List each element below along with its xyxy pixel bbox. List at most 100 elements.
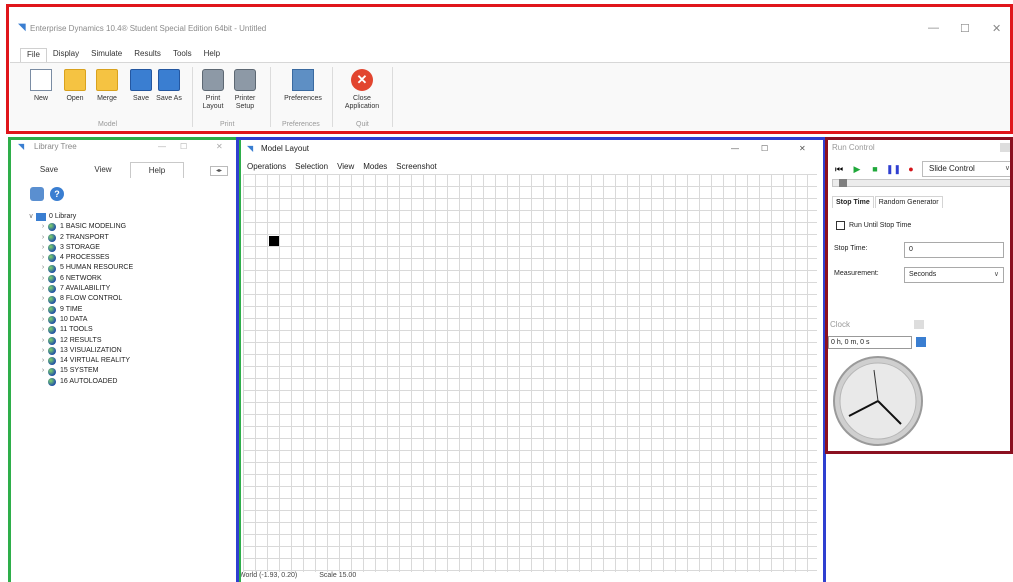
tree-item[interactable]: › 14 VIRTUAL REALITY [38, 356, 133, 366]
tree-item[interactable]: › 7 AVAILABILITY [38, 284, 133, 294]
tree-item[interactable]: › 8 FLOW CONTROL [38, 294, 133, 304]
model-minimize-button[interactable]: — [731, 140, 739, 158]
maximize-button[interactable]: ☐ [960, 22, 970, 35]
tab-save[interactable]: Save [22, 162, 76, 178]
checkbox-box[interactable] [836, 221, 845, 230]
speed-slider-knob[interactable] [839, 179, 847, 187]
library-tabs: Save View Help [22, 162, 184, 178]
menu-screenshot[interactable]: Screenshot [396, 162, 436, 171]
tree-item-label: 6 NETWORK [60, 274, 102, 282]
chevron-right-icon[interactable]: › [38, 284, 48, 294]
save-button[interactable]: Save [124, 69, 158, 103]
model-close-button[interactable]: ✕ [799, 140, 806, 158]
tree-root[interactable]: ∨ 0 Library [26, 212, 133, 222]
tree-item[interactable]: › 3 STORAGE [38, 243, 133, 253]
menu-view[interactable]: View [337, 162, 354, 171]
minimize-button[interactable]: — [928, 22, 939, 34]
menu-tools[interactable]: Tools [167, 48, 198, 62]
chevron-right-icon[interactable]: › [38, 274, 48, 284]
chevron-down-icon[interactable]: ∨ [26, 212, 36, 222]
clock-time-readout: 0 h, 0 m, 0 s [828, 336, 912, 349]
chevron-right-icon[interactable]: › [38, 305, 48, 315]
tree-item[interactable]: 16 AUTOLOADED [38, 377, 133, 387]
library-maximize-button[interactable]: ☐ [180, 140, 187, 154]
reset-icon[interactable]: ⏮ [832, 162, 846, 176]
library-minimize-button[interactable]: — [158, 140, 166, 154]
chevron-right-icon[interactable]: › [38, 233, 48, 243]
printer-setup-button[interactable]: Printer Setup [230, 69, 260, 111]
library-close-button[interactable]: ✕ [216, 140, 223, 154]
library-blocks-icon[interactable] [30, 187, 44, 201]
step-icon[interactable]: ■ [868, 162, 882, 176]
chevron-right-icon[interactable]: › [38, 356, 48, 366]
new-button[interactable]: New [24, 69, 58, 103]
speed-slider[interactable] [832, 179, 1012, 187]
ribbon-divider [192, 67, 193, 127]
pause-icon[interactable]: ❚❚ [886, 162, 901, 176]
chevron-right-icon[interactable]: › [38, 294, 48, 304]
tree-item[interactable]: › 12 RESULTS [38, 336, 133, 346]
menu-selection[interactable]: Selection [295, 162, 328, 171]
menu-display[interactable]: Display [47, 48, 85, 62]
speed-mode-select[interactable]: Slide Control ∨ [922, 161, 1013, 177]
merge-button[interactable]: Merge [90, 69, 124, 103]
menu-operations[interactable]: Operations [247, 162, 286, 171]
chevron-right-icon[interactable]: › [38, 366, 48, 376]
run-until-stop-time-checkbox[interactable]: Run Until Stop Time [836, 221, 911, 230]
model-atom[interactable] [269, 236, 279, 246]
clock-close-button[interactable] [914, 320, 924, 329]
menu-help[interactable]: Help [198, 48, 226, 62]
tree-item[interactable]: › 11 TOOLS [38, 325, 133, 335]
globe-icon [48, 305, 56, 314]
preferences-button[interactable]: Preferences [278, 69, 328, 103]
tree-item-label: 8 FLOW CONTROL [60, 295, 123, 303]
tree-item[interactable]: › 1 BASIC MODELING [38, 222, 133, 232]
tree-item-label: 15 SYSTEM [60, 367, 99, 375]
tree-item-label: 11 TOOLS [60, 326, 93, 334]
record-icon[interactable]: ● [904, 162, 918, 176]
chevron-right-icon[interactable]: › [38, 336, 48, 346]
globe-icon [48, 357, 56, 366]
new-document-icon [30, 69, 52, 91]
chevron-right-icon[interactable]: › [38, 346, 48, 356]
play-icon[interactable]: ▶ [850, 162, 864, 176]
tree-item[interactable]: › 4 PROCESSES [38, 253, 133, 263]
chevron-right-icon[interactable]: › [38, 315, 48, 325]
tab-random-generator[interactable]: Random Generator [874, 196, 943, 208]
tree-item[interactable]: › 6 NETWORK [38, 274, 133, 284]
menu-modes[interactable]: Modes [363, 162, 387, 171]
tree-item[interactable]: › 15 SYSTEM [38, 366, 133, 376]
chevron-right-icon[interactable]: › [38, 263, 48, 273]
stop-time-input[interactable]: 0 [904, 242, 1004, 258]
chevron-right-icon[interactable]: › [38, 222, 48, 232]
tab-help[interactable]: Help [130, 162, 184, 178]
run-control-close-button[interactable] [1000, 143, 1010, 152]
chevron-right-icon[interactable]: › [38, 243, 48, 253]
close-button[interactable]: ✕ [992, 22, 1001, 35]
print-layout-button[interactable]: Print Layout [198, 69, 228, 111]
tree-item[interactable]: › 10 DATA [38, 315, 133, 325]
tree-item[interactable]: › 9 TIME [38, 305, 133, 315]
model-maximize-button[interactable]: ☐ [761, 140, 768, 158]
menu-file[interactable]: File [20, 48, 47, 62]
close-application-button[interactable]: ✕ Close Application [340, 69, 384, 111]
tree-item-label: 14 VIRTUAL REALITY [60, 357, 131, 365]
menu-simulate[interactable]: Simulate [85, 48, 128, 62]
tree-item[interactable]: › 2 TRANSPORT [38, 233, 133, 243]
measurement-select[interactable]: Seconds ∨ [904, 267, 1004, 283]
tree-item[interactable]: › 5 HUMAN RESOURCE [38, 263, 133, 273]
clock-settings-button[interactable] [916, 337, 926, 347]
open-button[interactable]: Open [58, 69, 92, 103]
tab-view[interactable]: View [76, 162, 130, 178]
tab-scroll-arrows[interactable]: ◂▸ [210, 166, 228, 176]
ribbon-divider [332, 67, 333, 127]
model-layout-canvas[interactable] [243, 174, 817, 572]
chevron-right-icon[interactable]: › [38, 325, 48, 335]
menu-results[interactable]: Results [128, 48, 167, 62]
group-label-preferences: Preferences [282, 121, 320, 128]
tab-stop-time[interactable]: Stop Time [832, 196, 874, 208]
tree-item[interactable]: › 13 VISUALIZATION [38, 346, 133, 356]
save-as-button[interactable]: Save As [154, 69, 184, 103]
help-icon[interactable]: ? [50, 187, 64, 201]
chevron-right-icon[interactable]: › [38, 253, 48, 263]
